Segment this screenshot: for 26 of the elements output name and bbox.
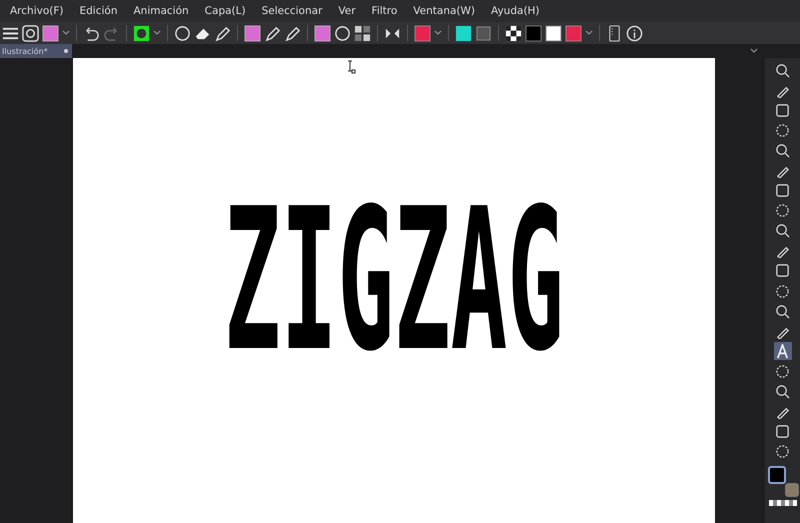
transparent-swatch[interactable]	[768, 500, 796, 506]
caret-icon[interactable]	[585, 30, 593, 36]
menu-item[interactable]: Ayuda(H)	[491, 5, 540, 17]
menu-item[interactable]: Seleccionar	[262, 5, 322, 17]
menu-item[interactable]: Animación	[133, 5, 189, 17]
menu-item[interactable]: Ventana(W)	[413, 5, 475, 17]
menu-item[interactable]: Ver	[338, 5, 356, 17]
swatch-icon[interactable]	[565, 24, 582, 42]
swatch-icon[interactable]	[525, 24, 542, 42]
caret-icon[interactable]	[434, 30, 442, 36]
text-icon[interactable]	[774, 342, 792, 360]
document-tab[interactable]: Ilustración*	[0, 44, 72, 58]
menu-item[interactable]: Archivo(F)	[10, 5, 64, 17]
text-cursor-icon	[346, 60, 356, 74]
main-color-swatch[interactable]	[768, 466, 786, 484]
checker-icon[interactable]	[505, 24, 522, 42]
swatch-icon[interactable]	[545, 24, 562, 42]
menu-item[interactable]: Filtro	[372, 5, 398, 17]
menu-item[interactable]: Edición	[79, 5, 118, 17]
caret-icon[interactable]	[153, 30, 161, 36]
caret-icon[interactable]	[62, 30, 70, 36]
caret-icon[interactable]	[750, 48, 758, 54]
square-icon[interactable]	[414, 24, 431, 42]
info-icon[interactable]	[626, 24, 643, 42]
sub-color-swatch[interactable]	[784, 482, 798, 497]
menu-item[interactable]: Capa(L)	[204, 5, 246, 17]
